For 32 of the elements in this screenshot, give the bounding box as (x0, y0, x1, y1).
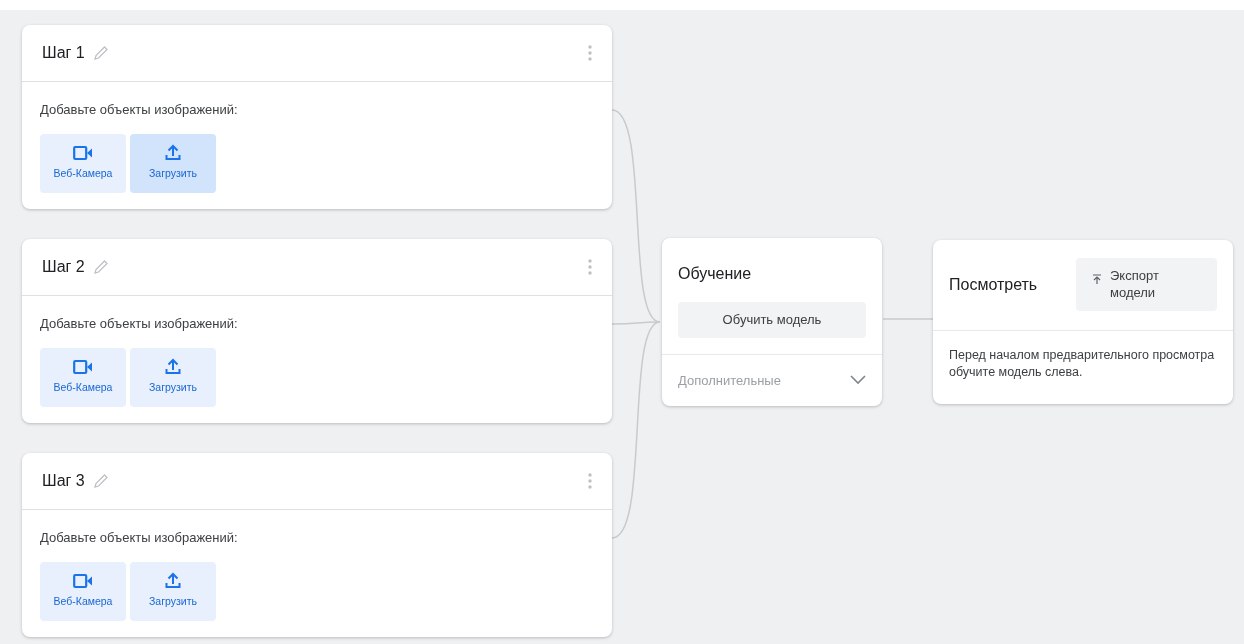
advanced-toggle[interactable]: Дополнительные (678, 370, 866, 390)
pencil-icon[interactable] (92, 45, 109, 61)
more-menu-icon[interactable] (588, 259, 592, 275)
class-title[interactable]: Шаг 1 (42, 41, 85, 65)
upload-icon (165, 572, 181, 590)
export-icon (1092, 274, 1102, 286)
instruction-text: Добавьте объекты изображений: (40, 101, 239, 119)
chevron-icon (850, 375, 866, 386)
class-title[interactable]: Шаг 2 (42, 255, 85, 279)
webcam-button[interactable]: Веб-Камера (40, 347, 126, 407)
upload-button[interactable]: Загрузить (130, 561, 216, 621)
instruction-text: Добавьте объекты изображений: (40, 529, 239, 547)
instruction-text: Добавьте объекты изображений: (40, 315, 239, 333)
card-title: Обучение (678, 264, 753, 284)
webcam-button[interactable]: Веб-Камера (40, 133, 126, 193)
upload-icon (165, 358, 181, 376)
more-menu-icon[interactable] (588, 45, 592, 61)
video-camera-icon (73, 572, 93, 589)
upload-button[interactable]: Загрузить (130, 133, 216, 193)
card-title: Посмотреть (949, 274, 1038, 295)
pencil-icon[interactable] (92, 473, 109, 489)
webcam-button[interactable]: Веб-Камера (40, 561, 126, 621)
class-title[interactable]: Шаг 3 (42, 469, 85, 493)
video-camera-icon (73, 144, 93, 161)
more-menu-icon[interactable] (588, 473, 592, 489)
pencil-icon[interactable] (92, 259, 109, 275)
preview-message: Перед началом предварительного просмотра обучите модель слева. (949, 346, 1216, 381)
video-camera-icon (73, 358, 93, 375)
upload-button[interactable]: Загрузить (130, 347, 216, 407)
upload-icon (165, 144, 181, 162)
train-button[interactable]: Обучить модель (678, 302, 866, 338)
export-button[interactable]: Экспорт модели (1076, 258, 1217, 312)
